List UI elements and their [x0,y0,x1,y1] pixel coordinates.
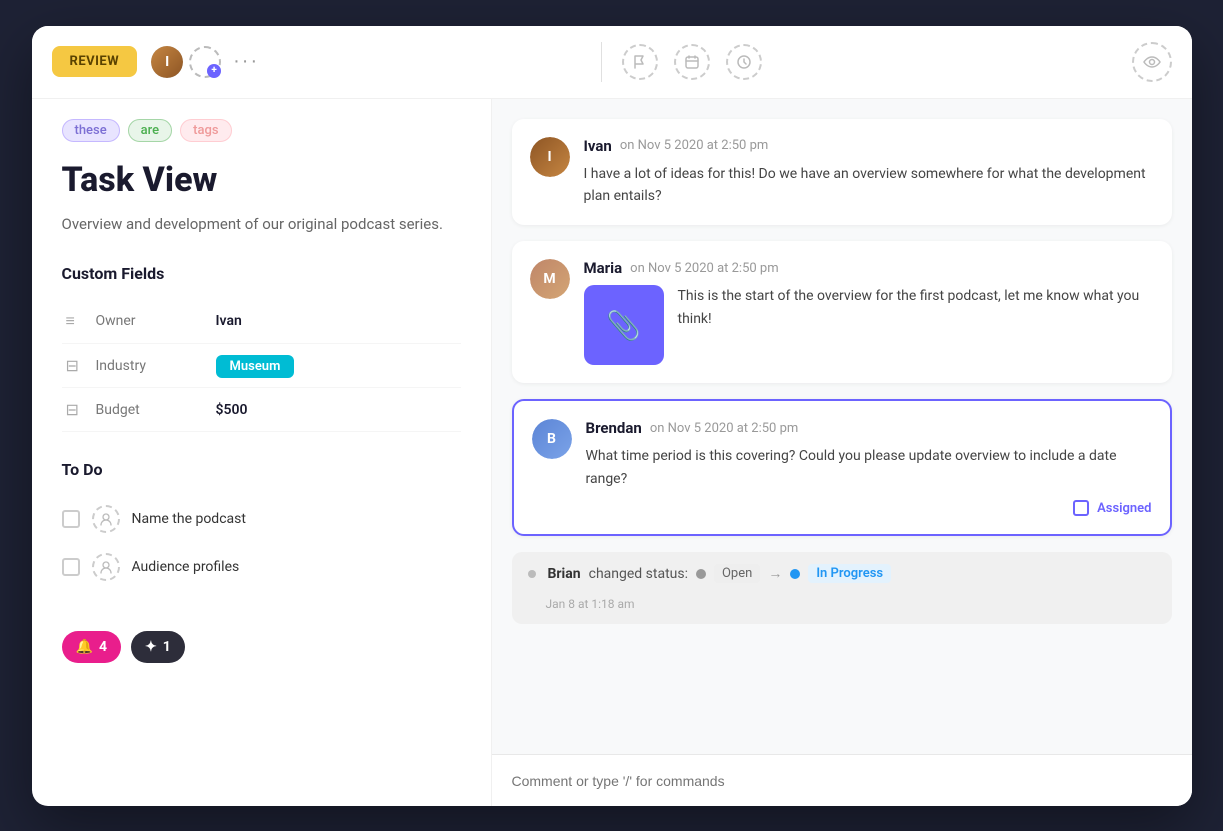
todo-item-1: Name the podcast [62,495,461,543]
status-action: changed status: [589,566,688,582]
notification-count-dark: 1 [163,639,171,655]
task-title: Task View [62,160,461,201]
notification-icon-dark: ✦ [145,639,157,655]
assigned-row: Assigned [586,500,1152,516]
field-owner-value[interactable]: Ivan [212,299,461,344]
comment-time-maria: on Nov 5 2020 at 2:50 pm [630,261,778,276]
comment-body-ivan: Ivan on Nov 5 2020 at 2:50 pm I have a l… [584,137,1154,208]
comment-time-ivan: on Nov 5 2020 at 2:50 pm [620,138,768,153]
comment-header-ivan: Ivan on Nov 5 2020 at 2:50 pm [584,137,1154,155]
status-dot-indicator [528,570,536,578]
main-content: these are tags Task View Overview and de… [32,99,1192,806]
todo-checkbox-2[interactable] [62,558,80,576]
toolbar-icons [622,44,762,80]
calendar-icon-button[interactable] [674,44,710,80]
status-from: Open [714,564,760,583]
flag-icon-button[interactable] [622,44,658,80]
comments-area: I Ivan on Nov 5 2020 at 2:50 pm I have a… [492,99,1192,754]
comment-attachment-row: 📎 This is the start of the overview for … [584,285,1154,365]
tag-tags[interactable]: tags [180,119,231,142]
status-dot-gray [696,569,706,579]
tags-row: these are tags [62,119,461,142]
todo-label-2: Audience profiles [132,559,240,575]
tag-are[interactable]: are [128,119,172,142]
notification-badge-pink[interactable]: 🔔 4 [62,631,121,663]
notification-count-pink: 4 [99,639,107,655]
avatar-group: I + [149,44,221,80]
right-toolbar [602,42,1172,82]
plus-icon: + [207,64,221,78]
status-author: Brian [548,566,581,582]
notification-badge-dark[interactable]: ✦ 1 [131,631,185,663]
comment-avatar-brendan: B [532,419,572,459]
bottom-badges-area: 🔔 4 ✦ 1 [62,591,461,663]
clock-icon-button[interactable] [726,44,762,80]
comment-maria: M Maria on Nov 5 2020 at 2:50 pm 📎 This … [512,241,1172,383]
field-budget: ⊟ Budget $500 [62,388,461,432]
status-change: Brian changed status: Open → In Progress… [512,552,1172,624]
comment-avatar-maria: M [530,259,570,299]
todo-section: To Do Name the podcast [62,460,461,591]
field-industry: ⊟ Industry Museum [62,344,461,388]
comment-header-maria: Maria on Nov 5 2020 at 2:50 pm [584,259,1154,277]
left-panel: these are tags Task View Overview and de… [32,99,492,806]
comment-body-brendan: Brendan on Nov 5 2020 at 2:50 pm What ti… [586,419,1152,516]
todo-item-2: Audience profiles [62,543,461,591]
review-badge: REVIEW [52,46,138,77]
todo-heading: To Do [62,460,461,479]
assigned-label: Assigned [1097,501,1151,516]
comment-body-maria: Maria on Nov 5 2020 at 2:50 pm 📎 This is… [584,259,1154,365]
museum-badge: Museum [216,355,295,378]
field-industry-value[interactable]: Museum [212,344,461,388]
comment-text-ivan: I have a lot of ideas for this! Do we ha… [584,163,1154,208]
field-industry-icon: ⊟ [62,344,92,388]
avatar-user: I [149,44,185,80]
right-panel: I Ivan on Nov 5 2020 at 2:50 pm I have a… [492,99,1192,806]
comment-author-ivan: Ivan [584,137,612,155]
more-options-button[interactable]: ··· [233,50,259,73]
comment-author-maria: Maria [584,259,623,277]
todo-label-1: Name the podcast [132,511,246,527]
field-owner-icon: ≡ [62,299,92,344]
todo-assignee-icon-2 [92,553,120,581]
tag-these[interactable]: these [62,119,120,142]
task-description: Overview and development of our original… [62,212,461,236]
comment-author-brendan: Brendan [586,419,642,437]
custom-fields-heading: Custom Fields [62,264,461,283]
comment-time-brendan: on Nov 5 2020 at 2:50 pm [650,421,798,436]
status-arrow: → [768,565,782,582]
status-to: In Progress [808,564,891,583]
comment-header-brendan: Brendan on Nov 5 2020 at 2:50 pm [586,419,1152,437]
assigned-checkbox[interactable] [1073,500,1089,516]
status-time: Jan 8 at 1:18 am [546,597,635,611]
todo-checkbox-1[interactable] [62,510,80,528]
field-owner-label: Owner [92,299,212,344]
eye-icon-button[interactable] [1132,42,1172,82]
status-dot-blue [790,569,800,579]
app-container: REVIEW I + ··· [32,26,1192,806]
comment-ivan: I Ivan on Nov 5 2020 at 2:50 pm I have a… [512,119,1172,226]
custom-fields-table: ≡ Owner Ivan ⊟ Industry Museum ⊟ Budget [62,299,461,432]
comment-avatar-ivan: I [530,137,570,177]
comment-text-maria: This is the start of the overview for th… [678,285,1154,330]
field-budget-icon: ⊟ [62,388,92,432]
comment-brendan: B Brendan on Nov 5 2020 at 2:50 pm What … [512,399,1172,536]
field-industry-label: Industry [92,344,212,388]
left-section: REVIEW I + ··· [52,44,602,80]
field-owner: ≡ Owner Ivan [62,299,461,344]
notification-icon-pink: 🔔 [76,639,93,655]
comment-input-bar [492,754,1192,806]
comment-input[interactable] [512,773,1172,789]
attachment-icon[interactable]: 📎 [584,285,664,365]
field-budget-label: Budget [92,388,212,432]
todo-assignee-icon-1 [92,505,120,533]
field-budget-value[interactable]: $500 [212,388,461,432]
add-member-button[interactable]: + [189,46,221,78]
top-bar: REVIEW I + ··· [32,26,1192,99]
comment-text-brendan: What time period is this covering? Could… [586,445,1152,490]
